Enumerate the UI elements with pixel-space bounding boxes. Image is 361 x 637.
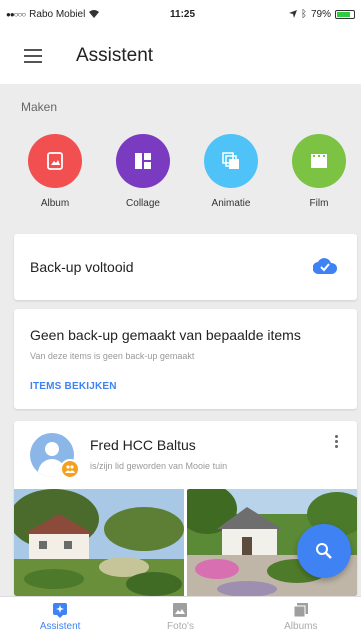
search-button[interactable] (297, 524, 351, 578)
page-title: Assistent (76, 45, 154, 66)
wifi-icon (89, 10, 100, 18)
assistant-icon (53, 603, 68, 618)
create-collage-button[interactable]: Collage (113, 134, 173, 209)
activity-description: is/zijn lid geworden van Mooie tuin (90, 461, 228, 471)
battery-percent: 79% (310, 8, 331, 20)
backup-status-card[interactable]: Back-up voltooid (14, 234, 357, 300)
battery-icon (335, 9, 355, 19)
create-album-label: Album (40, 198, 70, 209)
tab-albums-label: Albums (284, 621, 318, 632)
search-icon (316, 543, 332, 559)
create-animation-button[interactable]: Animatie (201, 134, 261, 209)
view-items-link[interactable]: ITEMS BEKIJKEN (30, 381, 117, 392)
photos-icon (173, 603, 188, 617)
bluetooth-icon: ᛒ (300, 8, 307, 20)
no-backup-subtitle: Van deze items is geen back-up gemaakt (30, 351, 195, 361)
location-icon (288, 10, 297, 18)
clock: 11:25 (170, 8, 196, 20)
bottom-navigation: Assistent Foto's Albums (0, 596, 361, 637)
tab-albums[interactable]: Albums (241, 597, 361, 637)
status-bar: ●●○○○ Rabo Mobiel 11:25 ᛒ 79% (0, 0, 361, 28)
albums-icon (293, 603, 308, 618)
status-left: ●●○○○ Rabo Mobiel (6, 8, 100, 20)
hamburger-menu-icon[interactable] (24, 49, 42, 63)
create-collage-label: Collage (126, 198, 160, 209)
create-animation-label: Animatie (211, 198, 251, 209)
carrier-label: Rabo Mobiel (29, 8, 86, 20)
more-options-icon[interactable] (335, 435, 339, 448)
create-film-button[interactable]: Film (289, 134, 349, 209)
status-right: ᛒ 79% (288, 8, 355, 20)
tab-assistant[interactable]: Assistent (0, 597, 120, 637)
backup-status-text: Back-up voltooid (30, 259, 134, 275)
shared-album-badge-icon (60, 459, 80, 479)
tab-photos[interactable]: Foto's (120, 597, 240, 637)
garden-photo-1[interactable] (14, 489, 184, 596)
app-header: Assistent (0, 28, 361, 84)
collage-icon (116, 134, 170, 188)
tab-photos-label: Foto's (167, 621, 194, 632)
create-film-label: Film (309, 198, 329, 209)
make-section: Maken Album Collage Animatie Film (0, 84, 361, 228)
animation-icon (204, 134, 258, 188)
cloud-done-icon (313, 258, 337, 274)
no-backup-card: Geen back-up gemaakt van bepaalde items … (14, 309, 357, 409)
album-icon (28, 134, 82, 188)
create-album-button[interactable]: Album (25, 134, 85, 209)
signal-icon: ●●○○○ (6, 9, 26, 19)
film-icon (292, 134, 346, 188)
user-name: Fred HCC Baltus (90, 437, 196, 453)
tab-assistant-label: Assistent (39, 621, 81, 632)
section-label: Maken (21, 100, 58, 114)
no-backup-title: Geen back-up gemaakt van bepaalde items (30, 327, 301, 343)
